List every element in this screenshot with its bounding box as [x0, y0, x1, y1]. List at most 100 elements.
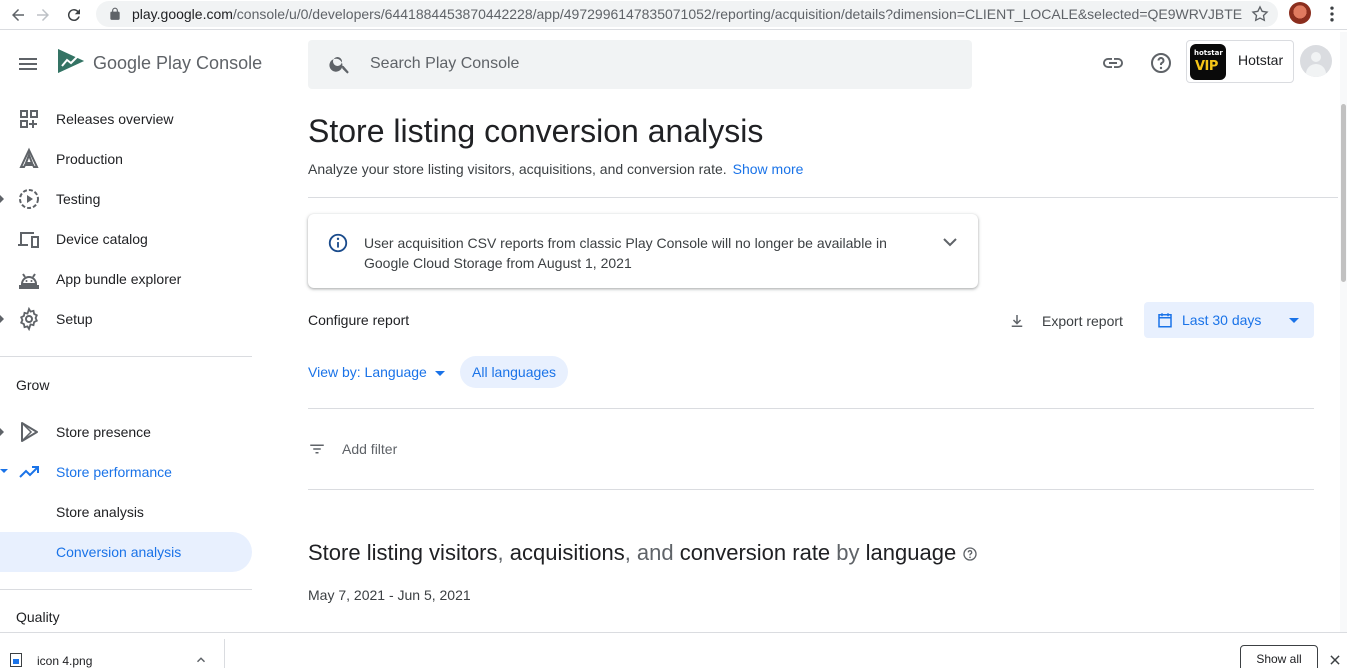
download-file-name[interactable]: icon 4.png: [37, 654, 92, 668]
android-icon: [19, 273, 39, 289]
date-range-label: Last 30 days: [1182, 312, 1262, 328]
help-icon[interactable]: [1149, 51, 1173, 75]
account-avatar[interactable]: [1300, 45, 1332, 77]
chart-section-title: Store listing visitors, acquisitions, an…: [308, 540, 978, 566]
search-icon: [329, 57, 349, 74]
title-visitors: Store listing visitors: [308, 540, 498, 565]
url-path: /console/u/0/developers/6441884453870442…: [232, 6, 1242, 22]
app-icon-brand: hotstar: [1194, 49, 1223, 57]
chevron-up-icon[interactable]: [194, 653, 208, 667]
hotstar-app-icon: hotstar VIP: [1190, 44, 1226, 80]
info-banner: User acquisition CSV reports from classi…: [308, 214, 978, 288]
expand-caret-icon: [0, 195, 4, 203]
title-sep: by: [830, 540, 866, 565]
collapse-caret-icon: [0, 469, 8, 473]
sidebar-item-label: Setup: [56, 311, 93, 327]
url-text: play.google.com/console/u/0/developers/6…: [132, 6, 1242, 22]
expand-caret-icon: [0, 315, 4, 323]
trending-up-icon: [19, 466, 39, 478]
app-selector[interactable]: hotstar VIP Hotstar: [1186, 40, 1294, 83]
close-icon[interactable]: [1328, 653, 1342, 667]
sidebar-item-label: Conversion analysis: [56, 544, 182, 560]
sidebar-item-device-catalog[interactable]: Device catalog: [0, 219, 252, 259]
sidebar-item-store-analysis[interactable]: Store analysis: [0, 492, 252, 532]
title-language: language: [865, 540, 957, 565]
sidebar-item-store-performance[interactable]: Store performance: [0, 452, 252, 492]
chart-date-range: May 7, 2021 - Jun 5, 2021: [308, 587, 471, 603]
sidebar-item-label: Store presence: [56, 424, 151, 440]
calendar-icon: [1158, 313, 1172, 328]
sidebar-item-testing[interactable]: Testing: [0, 179, 252, 219]
view-by-label: View by: Language: [308, 364, 427, 380]
sidebar-item-label: Store analysis: [56, 504, 144, 520]
scrollbar-thumb[interactable]: [1341, 104, 1346, 282]
sidebar-item-releases-overview[interactable]: Releases overview: [0, 99, 252, 139]
title-sep: ,: [497, 540, 510, 565]
page-subtitle-text: Analyze your store listing visitors, acq…: [308, 161, 727, 177]
play-icon: [21, 422, 38, 442]
lock-icon: [110, 7, 120, 20]
filter-divider-bottom: [308, 489, 1314, 490]
image-file-icon: [10, 653, 22, 667]
date-range-dropdown[interactable]: Last 30 days: [1144, 302, 1314, 338]
help-icon[interactable]: [962, 546, 978, 562]
sidebar-section-grow: Grow: [16, 377, 50, 393]
view-by-dropdown[interactable]: View by: Language: [308, 364, 445, 380]
browser-toolbar: play.google.com/console/u/0/developers/6…: [0, 0, 1347, 30]
url-host: play.google.com: [132, 6, 233, 22]
search-input[interactable]: [370, 52, 930, 76]
title-conversion-rate: conversion rate: [679, 540, 831, 565]
shelf-separator: [224, 639, 225, 668]
all-languages-chip[interactable]: All languages: [460, 356, 569, 388]
download-icon: [1011, 315, 1023, 327]
sidebar-item-conversion-analysis[interactable]: Conversion analysis: [0, 532, 252, 572]
app-logo-text[interactable]: Google Play Console: [93, 53, 262, 74]
banner-message: User acquisition CSV reports from classi…: [364, 235, 887, 271]
info-icon: [328, 233, 348, 253]
releases-icon: [20, 110, 38, 128]
bookmark-star-icon[interactable]: [1250, 4, 1270, 24]
browser-profile-avatar[interactable]: [1289, 2, 1311, 24]
sidebar-item-production[interactable]: Production: [0, 139, 252, 179]
sidebar-item-store-presence[interactable]: Store presence: [0, 412, 252, 452]
link-icon[interactable]: [1101, 51, 1125, 75]
dropdown-arrow-icon: [1289, 318, 1299, 323]
page-title: Store listing conversion analysis: [308, 113, 764, 149]
configure-report-heading: Configure report: [308, 312, 410, 328]
search-box[interactable]: [308, 40, 972, 89]
forward-icon[interactable]: [31, 3, 55, 27]
play-console-logo-icon: [58, 49, 84, 73]
expand-caret-icon: [0, 428, 4, 436]
sidebar-item-setup[interactable]: Setup: [0, 299, 252, 339]
production-icon: [19, 147, 39, 168]
page-scrollbar[interactable]: [1340, 32, 1347, 632]
menu-icon[interactable]: [16, 52, 40, 76]
sidebar-section-quality: Quality: [16, 609, 60, 625]
address-bar[interactable]: play.google.com/console/u/0/developers/6…: [96, 1, 1278, 27]
export-report-button[interactable]: Export report: [1008, 309, 1123, 333]
show-more-link[interactable]: Show more: [733, 161, 804, 177]
filter-divider-top: [308, 408, 1314, 409]
browser-menu-icon[interactable]: [1322, 4, 1342, 24]
add-filter-button[interactable]: Add filter: [308, 440, 397, 458]
title-sep: , and: [624, 540, 680, 565]
export-report-label: Export report: [1042, 313, 1123, 329]
sidebar-item-label: Production: [56, 151, 123, 167]
device-icon: [18, 232, 39, 248]
back-icon[interactable]: [6, 3, 30, 27]
sidebar-item-label: Testing: [56, 191, 101, 207]
testing-icon: [19, 189, 39, 209]
app-icon-vip: VIP: [1195, 59, 1218, 74]
show-all-button[interactable]: Show all: [1240, 645, 1318, 668]
sidebar-item-label: Releases overview: [56, 111, 174, 127]
sidebar-item-label: App bundle explorer: [56, 271, 182, 287]
filter-icon: [310, 444, 324, 454]
sidebar-item-app-bundle-explorer[interactable]: App bundle explorer: [0, 259, 252, 299]
sidebar-item-label: Device catalog: [56, 231, 148, 247]
chevron-down-icon[interactable]: [938, 230, 962, 254]
gear-icon: [20, 307, 38, 331]
add-filter-label: Add filter: [342, 441, 398, 457]
sidebar-divider: [0, 589, 252, 590]
dropdown-arrow-icon: [434, 370, 445, 376]
reload-icon[interactable]: [62, 3, 86, 27]
